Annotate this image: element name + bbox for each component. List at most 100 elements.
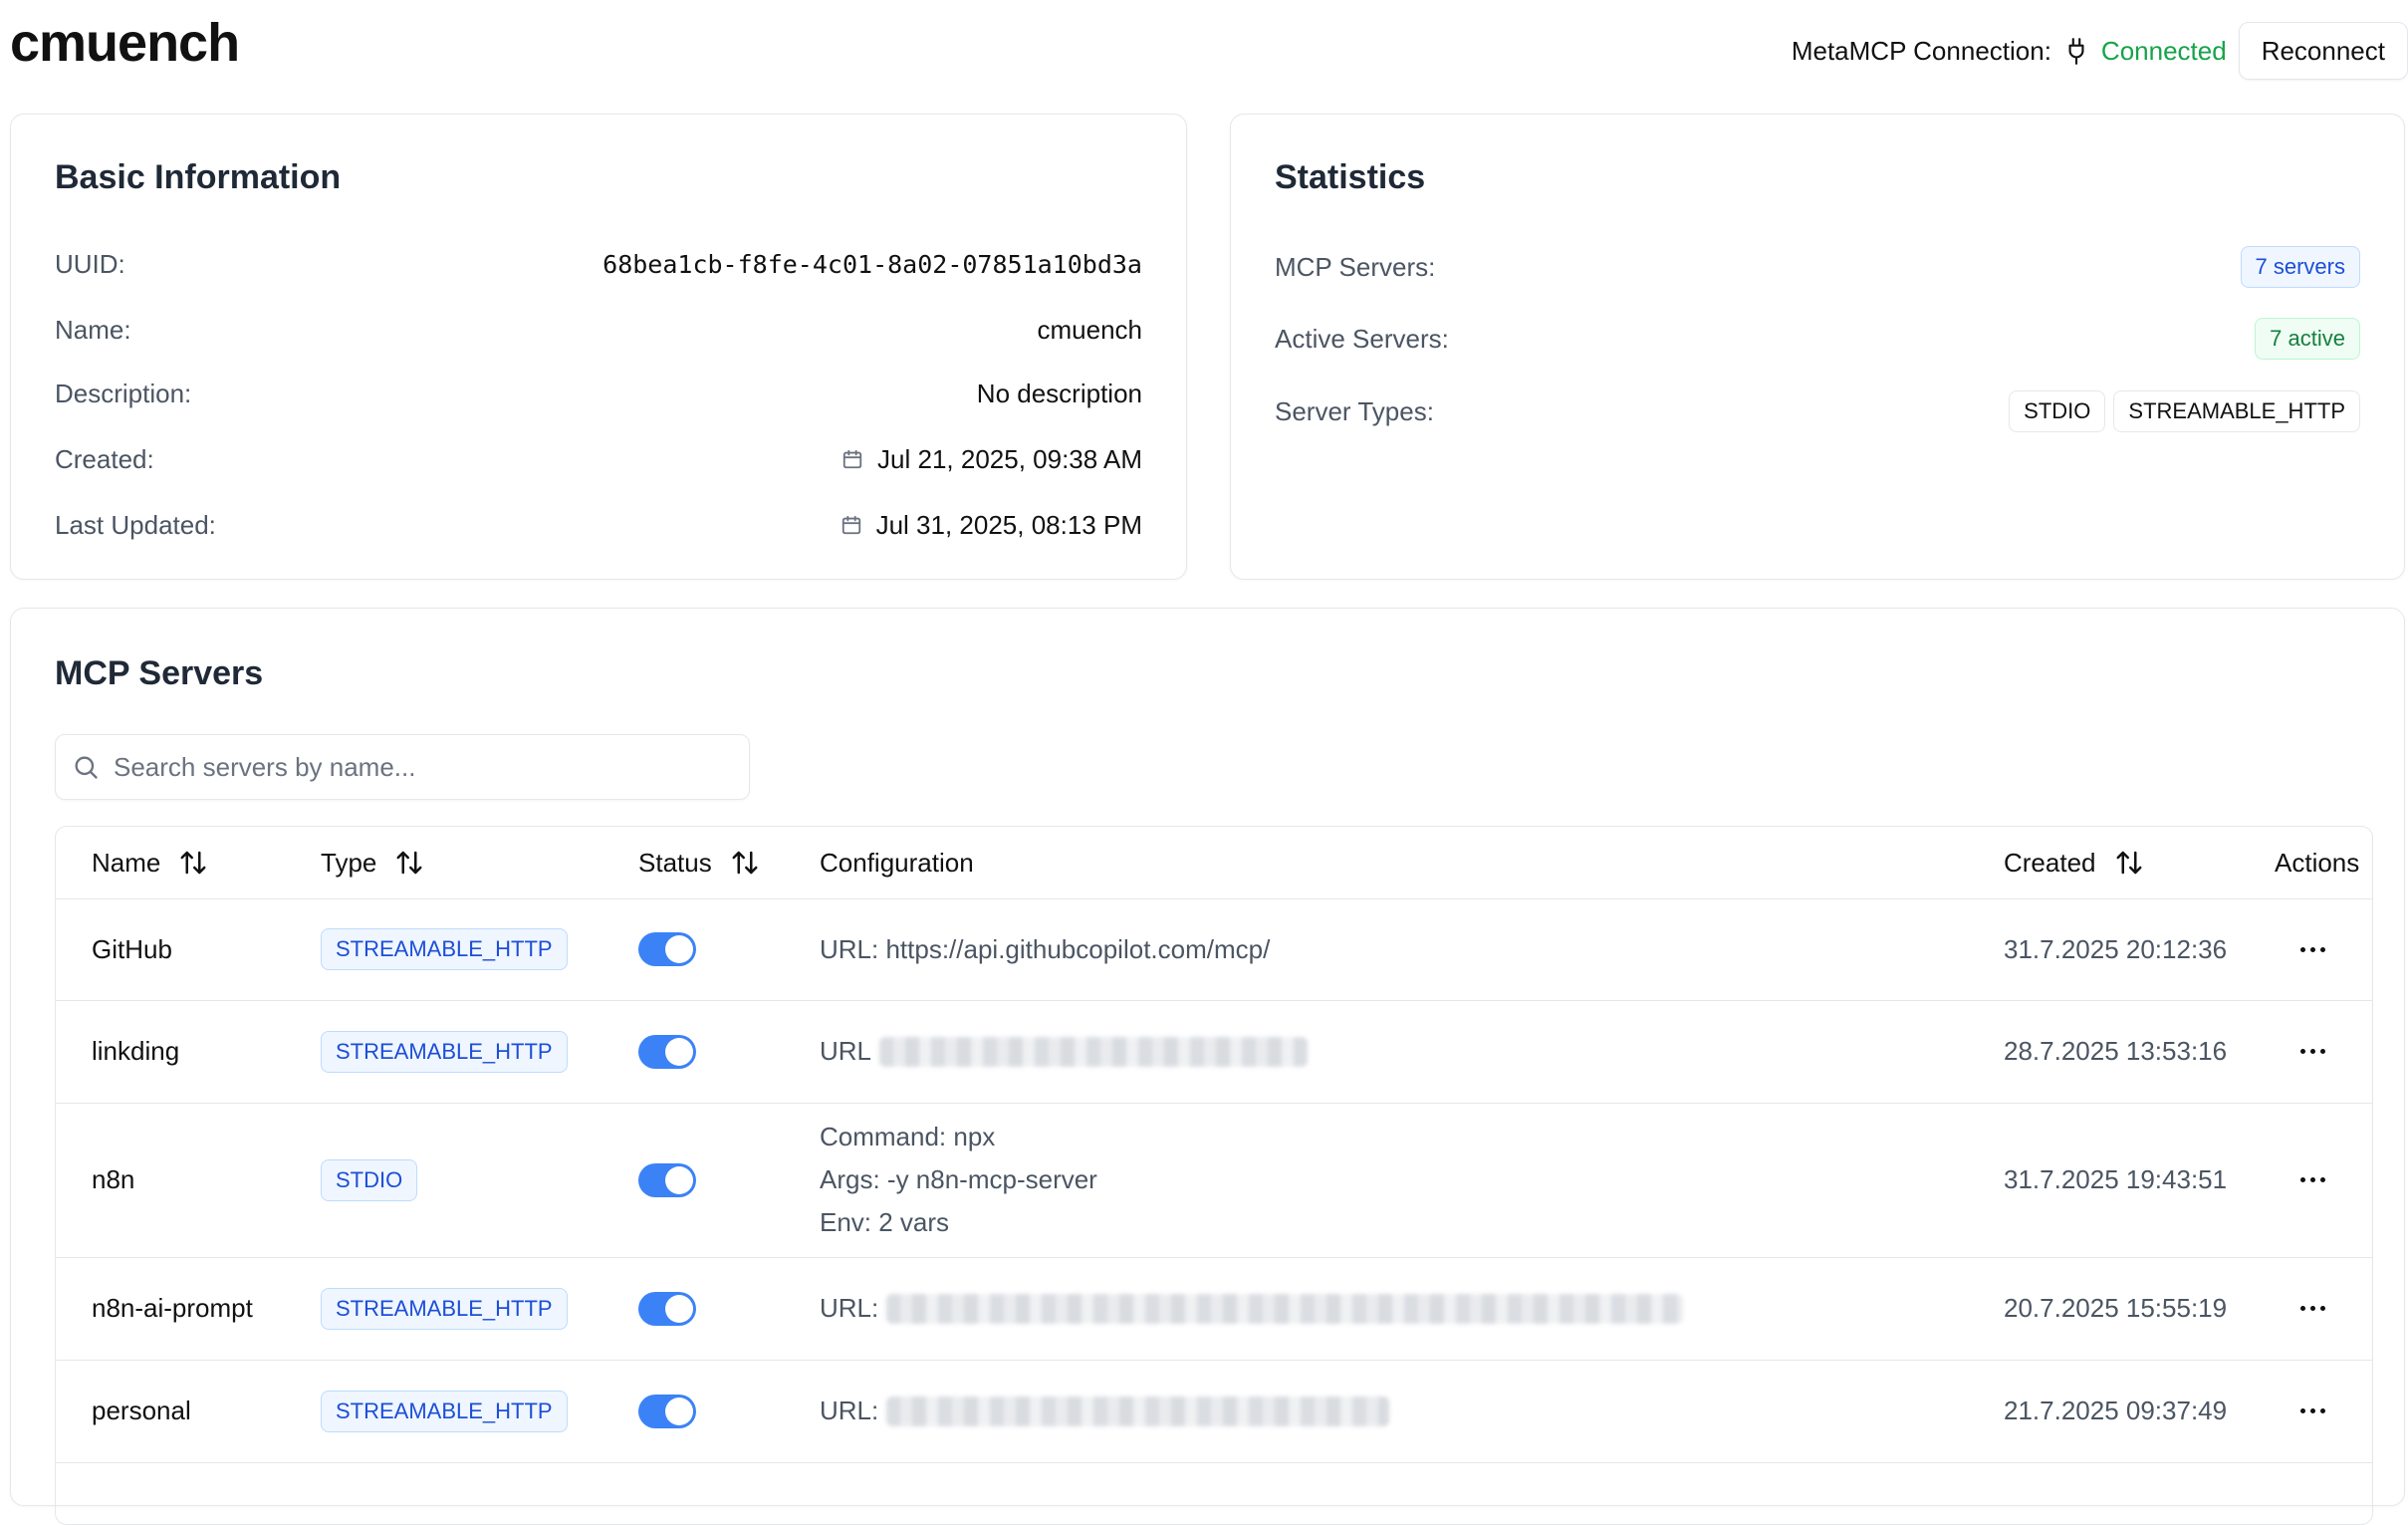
sort-arrows-icon[interactable] [730, 848, 760, 878]
column-configuration: Configuration [820, 827, 974, 898]
server-created: 31.7.2025 19:43:51 [2004, 1164, 2228, 1194]
server-type-cell: STREAMABLE_HTTP [321, 1257, 568, 1360]
active-count-badge: 7 active [2255, 318, 2360, 360]
updated-value: Jul 31, 2025, 08:13 PM [875, 509, 1142, 540]
server-config: URL: [820, 1293, 879, 1323]
server-config: URL: https://api.githubcopilot.com/mcp/ [820, 933, 1271, 964]
redacted-url [886, 1293, 1684, 1324]
server-name: n8n-ai-prompt [92, 1293, 253, 1323]
servers-table: Name Type Status Configuration Created A… [55, 826, 2373, 1525]
sort-arrows-icon[interactable] [394, 848, 424, 878]
more-horizontal-icon[interactable] [2299, 1177, 2325, 1182]
updated-value-wrap: Jul 31, 2025, 08:13 PM [841, 510, 1142, 541]
type-badge-streamable-http: STREAMABLE_HTTP [2113, 390, 2360, 432]
mcp-servers-card: MCP Servers Name Type Status Configurati… [10, 608, 2405, 1525]
created-value-wrap: Jul 21, 2025, 09:38 AM [842, 444, 1142, 475]
servers-stat-row: MCP Servers: 7 servers [1275, 236, 2360, 298]
redacted-url [886, 1396, 1390, 1426]
server-type-cell: STREAMABLE_HTTP [321, 1000, 568, 1103]
redacted-url [879, 1036, 1309, 1067]
table-row[interactable]: GitHub STREAMABLE_HTTP URL: https://api.… [56, 898, 2372, 1001]
created-value: Jul 21, 2025, 09:38 AM [877, 443, 1142, 474]
server-config-command: Command: npx [820, 1122, 996, 1151]
more-horizontal-icon[interactable] [2299, 1408, 2325, 1413]
server-status-cell [638, 898, 696, 1000]
server-config-cell: Command: npx Args: -y n8n-mcp-server Env… [820, 1103, 1097, 1257]
server-name: personal [92, 1396, 191, 1425]
server-status-cell [638, 1360, 696, 1462]
server-actions-cell [2283, 1360, 2342, 1462]
column-status[interactable]: Status [638, 827, 760, 898]
more-horizontal-icon[interactable] [2299, 1306, 2325, 1311]
server-type-badge: STDIO [321, 1158, 418, 1201]
types-badges: STDIO STREAMABLE_HTTP [2009, 390, 2360, 432]
description-row: Description: No description [55, 366, 1142, 421]
table-header: Name Type Status Configuration Created A… [56, 827, 2372, 899]
uuid-label: UUID: [55, 248, 125, 279]
server-actions-cell [2283, 1103, 2342, 1257]
connection-bar: MetaMCP Connection: Connected Reconnect [1792, 22, 2408, 80]
more-horizontal-icon[interactable] [2299, 1049, 2325, 1054]
column-configuration-label: Configuration [820, 847, 974, 878]
server-actions-cell [2283, 1257, 2342, 1360]
types-stat-row: Server Types: STDIO STREAMABLE_HTTP [1275, 381, 2360, 442]
types-stat-label: Server Types: [1275, 395, 1434, 426]
column-name-label: Name [92, 847, 161, 878]
column-created[interactable]: Created [2004, 827, 2144, 898]
server-created: 20.7.2025 15:55:19 [2004, 1293, 2228, 1323]
active-stat-row: Active Servers: 7 active [1275, 308, 2360, 370]
server-config-cell: URL: [820, 1257, 1684, 1360]
table-row[interactable]: personal STREAMABLE_HTTP URL: 21.7.2025 … [56, 1360, 2372, 1463]
created-label: Created: [55, 443, 154, 474]
sort-arrows-icon[interactable] [178, 848, 208, 878]
column-name[interactable]: Name [92, 827, 208, 898]
uuid-value: 68bea1cb-f8fe-4c01-8a02-07851a10bd3a [602, 249, 1142, 279]
server-actions-cell [2283, 1000, 2342, 1103]
search-input[interactable] [112, 750, 713, 784]
server-type-badge: STREAMABLE_HTTP [321, 1390, 568, 1432]
column-actions-label: Actions [2275, 847, 2360, 878]
server-type-badge: STREAMABLE_HTTP [321, 1287, 568, 1330]
server-config-args: Args: -y n8n-mcp-server [820, 1164, 1097, 1194]
servers-count-badge: 7 servers [2240, 246, 2360, 288]
server-search[interactable] [55, 734, 750, 800]
server-name: n8n [92, 1164, 135, 1194]
server-config-cell: URL [820, 1000, 1309, 1103]
mcp-servers-heading: MCP Servers [55, 654, 264, 692]
server-config-env: Env: 2 vars [820, 1207, 950, 1237]
description-value: No description [976, 378, 1142, 408]
server-status-cell [638, 1257, 696, 1360]
server-type-badge: STREAMABLE_HTTP [321, 1030, 568, 1073]
uuid-row: UUID: 68bea1cb-f8fe-4c01-8a02-07851a10bd… [55, 236, 1142, 292]
status-toggle[interactable] [638, 1291, 696, 1326]
server-config: URL [820, 1036, 872, 1066]
more-horizontal-icon[interactable] [2299, 946, 2325, 952]
status-toggle[interactable] [638, 932, 696, 966]
table-row[interactable]: n8n STDIO Command: npx Args: -y n8n-mcp-… [56, 1103, 2372, 1258]
basic-information-heading: Basic Information [55, 158, 342, 196]
calendar-icon [841, 514, 862, 536]
server-created: 31.7.2025 20:12:36 [2004, 933, 2228, 964]
connection-status: Connected [2100, 35, 2227, 66]
table-row[interactable]: n8n-ai-prompt STREAMABLE_HTTP URL: 20.7.… [56, 1257, 2372, 1361]
plug-icon [2063, 36, 2089, 66]
status-toggle[interactable] [638, 1162, 696, 1197]
connection-label: MetaMCP Connection: [1791, 35, 2051, 66]
server-name: GitHub [92, 933, 172, 964]
server-created: 28.7.2025 13:53:16 [2004, 1036, 2228, 1066]
reconnect-button[interactable]: Reconnect [2238, 22, 2408, 80]
table-row[interactable]: linkding STREAMABLE_HTTP URL 28.7.2025 1… [56, 1000, 2372, 1104]
name-label: Name: [55, 314, 131, 345]
server-type-cell: STDIO [321, 1103, 418, 1257]
status-toggle[interactable] [638, 1394, 696, 1428]
server-status-cell [638, 1000, 696, 1103]
column-actions: Actions [2275, 827, 2359, 898]
name-value: cmuench [1037, 314, 1143, 345]
description-label: Description: [55, 378, 192, 408]
status-toggle[interactable] [638, 1034, 696, 1069]
server-type-cell: STREAMABLE_HTTP [321, 898, 568, 1000]
column-type[interactable]: Type [321, 827, 424, 898]
sort-arrows-icon[interactable] [2114, 848, 2144, 878]
created-row: Created: Jul 21, 2025, 09:38 AM [55, 431, 1142, 487]
name-row: Name: cmuench [55, 302, 1142, 358]
